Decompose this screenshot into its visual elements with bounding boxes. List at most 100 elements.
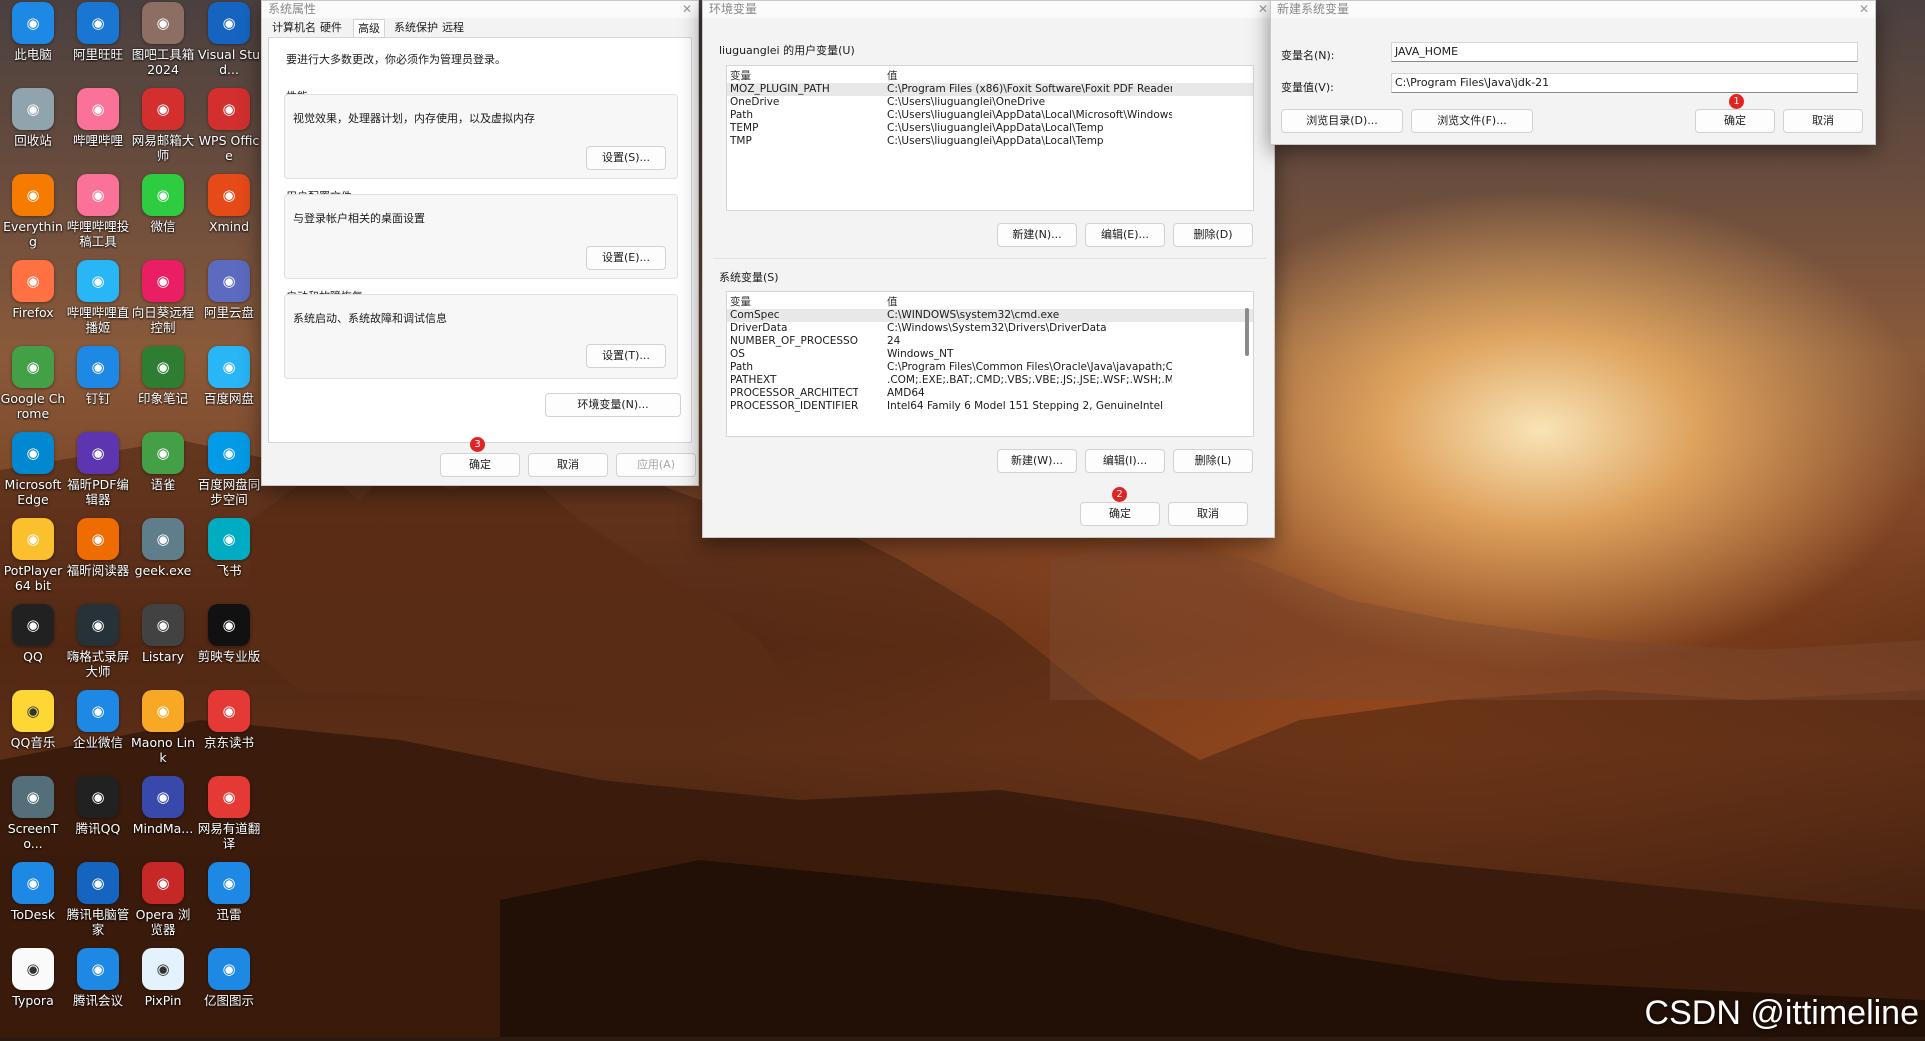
table-row[interactable]: PROCESSOR_ARCHITECTURE AMD64	[727, 387, 1253, 400]
user-new-button[interactable]: 新建(N)...	[997, 223, 1077, 247]
desktop-icon[interactable]: ◉ QQ音乐	[0, 690, 66, 750]
browse-file-button[interactable]: 浏览文件(F)...	[1411, 109, 1533, 133]
desktop-icon[interactable]: ◉ 哔哩哔哩投稿工具	[65, 174, 131, 249]
desktop-icon[interactable]: ◉ 腾讯电脑管家	[65, 862, 131, 937]
desktop-icon[interactable]: ◉ 百度网盘同步空间	[196, 432, 262, 507]
tab-remote[interactable]: 远程	[438, 19, 468, 37]
desktop-icon[interactable]: ◉ Firefox	[0, 260, 66, 320]
table-row[interactable]: OneDrive C:\Users\liuguanglei\OneDrive	[727, 96, 1253, 109]
desktop-icon[interactable]: ◉ 微信	[130, 174, 196, 234]
desktop-icon[interactable]: ◉ 福昕阅读器	[65, 518, 131, 578]
cancel-button[interactable]: 取消	[1168, 502, 1248, 526]
desktop-icon[interactable]: ◉ 迅雷	[196, 862, 262, 922]
desktop-icon[interactable]: ◉ 此电脑	[0, 2, 66, 62]
variable-name-input[interactable]: JAVA_HOME	[1391, 42, 1858, 62]
desktop-icon[interactable]: ◉ Visual Stud...	[196, 2, 262, 77]
scrollbar-thumb[interactable]	[1245, 308, 1249, 356]
user-profile-settings-button[interactable]: 设置(E)...	[586, 246, 666, 270]
browse-directory-button[interactable]: 浏览目录(D)...	[1281, 109, 1403, 133]
desktop-icon[interactable]: ◉ 哔哩哔哩直播姬	[65, 260, 131, 335]
typora-icon: ◉	[12, 948, 54, 990]
close-icon[interactable]: ✕	[1859, 1, 1869, 17]
variable-value-input[interactable]: C:\Program Files\Java\jdk-21	[1391, 73, 1858, 93]
column-header-value[interactable]: 值	[887, 296, 1172, 309]
desktop-icon[interactable]: ◉ 回收站	[0, 88, 66, 148]
desktop-icon[interactable]: ◉ 京东读书	[196, 690, 262, 750]
desktop-icon[interactable]: ◉ 阿里旺旺	[65, 2, 131, 62]
desktop-icon[interactable]: ◉ 网易邮箱大师	[130, 88, 196, 163]
desktop-icon[interactable]: ◉ Microsoft Edge	[0, 432, 66, 507]
desktop-icon[interactable]: ◉ 飞书	[196, 518, 262, 578]
ok-button[interactable]: 确定	[1695, 109, 1775, 133]
desktop-icon[interactable]: ◉ QQ	[0, 604, 66, 664]
environment-variables-button[interactable]: 环境变量(N)...	[545, 393, 681, 417]
step-badge-2: 2	[1112, 487, 1127, 502]
close-icon[interactable]: ✕	[682, 1, 692, 17]
cancel-button[interactable]: 取消	[528, 453, 608, 477]
desktop-icon[interactable]: ◉ 亿图图示	[196, 948, 262, 1008]
performance-settings-button[interactable]: 设置(S)...	[586, 146, 666, 170]
table-row[interactable]: DriverData C:\Windows\System32\Drivers\Dr…	[727, 322, 1253, 335]
ok-button[interactable]: 确定	[440, 453, 520, 477]
table-row[interactable]: Path C:\Program Files\Common Files\Oracle…	[727, 361, 1253, 374]
desktop-icon[interactable]: ◉ ScreenTo...	[0, 776, 66, 851]
system-edit-button[interactable]: 编辑(I)...	[1085, 449, 1165, 473]
user-variables-list[interactable]: 变量 值 MOZ_PLUGIN_PATH C:\Program Files (x8…	[726, 65, 1254, 211]
desktop-icon[interactable]: ◉ 图吧工具箱2024	[130, 2, 196, 77]
desktop-icon[interactable]: ◉ 腾讯QQ	[65, 776, 131, 836]
table-row[interactable]: Path C:\Users\liuguanglei\AppData\Local\M…	[727, 109, 1253, 122]
column-header-variable[interactable]: 变量	[730, 70, 858, 83]
column-header-value[interactable]: 值	[887, 70, 1172, 83]
desktop-icon[interactable]: ◉ 网易有道翻译	[196, 776, 262, 851]
table-row[interactable]: TMP C:\Users\liuguanglei\AppData\Local\Te…	[727, 135, 1253, 148]
desktop-icon[interactable]: ◉ Listary	[130, 604, 196, 664]
desktop-icon[interactable]: ◉ 百度网盘	[196, 346, 262, 406]
desktop-icon[interactable]: ◉ 福昕PDF编辑器	[65, 432, 131, 507]
desktop-icon[interactable]: ◉ Opera 浏览器	[130, 862, 196, 937]
desktop-icon[interactable]: ◉ 腾讯会议	[65, 948, 131, 1008]
user-edit-button[interactable]: 编辑(E)...	[1085, 223, 1165, 247]
tab-computer-name[interactable]: 计算机名	[268, 19, 320, 37]
desktop-icon-label: Listary	[141, 649, 185, 664]
desktop-icon[interactable]: ◉ WPS Office	[196, 88, 262, 163]
tab-hardware[interactable]: 硬件	[316, 19, 346, 37]
desktop-icon[interactable]: ◉ Typora	[0, 948, 66, 1008]
system-delete-button[interactable]: 删除(L)	[1173, 449, 1253, 473]
ok-button[interactable]: 确定	[1080, 502, 1160, 526]
table-row[interactable]: PATHEXT .COM;.EXE;.BAT;.CMD;.VBS;.VBE;.JS…	[727, 374, 1253, 387]
system-variables-list[interactable]: 变量 值 ComSpec C:\WINDOWS\system32\cmd.exe D…	[726, 291, 1254, 437]
tab-system-protection[interactable]: 系统保护	[390, 19, 442, 37]
table-row[interactable]: NUMBER_OF_PROCESSORS 24	[727, 335, 1253, 348]
system-new-button[interactable]: 新建(W)...	[997, 449, 1077, 473]
desktop-icon[interactable]: ◉ 阿里云盘	[196, 260, 262, 320]
table-row[interactable]: ComSpec C:\WINDOWS\system32\cmd.exe	[727, 309, 1253, 322]
desktop-icon[interactable]: ◉ 钉钉	[65, 346, 131, 406]
desktop-icon[interactable]: ◉ PotPlayer 64 bit	[0, 518, 66, 593]
desktop-icon[interactable]: ◉ Maono Link	[130, 690, 196, 765]
desktop-icon[interactable]: ◉ Google Chrome	[0, 346, 66, 421]
close-icon[interactable]: ✕	[1258, 1, 1268, 17]
desktop-icon[interactable]: ◉ 剪映专业版	[196, 604, 262, 664]
apply-button[interactable]: 应用(A)	[616, 453, 696, 477]
desktop-icon[interactable]: ◉ PixPin	[130, 948, 196, 1008]
desktop-icon[interactable]: ◉ 嗨格式录屏大师	[65, 604, 131, 679]
cancel-button[interactable]: 取消	[1783, 109, 1863, 133]
desktop-icon[interactable]: ◉ Everything	[0, 174, 66, 249]
desktop-icon[interactable]: ◉ Xmind	[196, 174, 262, 234]
desktop-icon[interactable]: ◉ ToDesk	[0, 862, 66, 922]
table-row[interactable]: PROCESSOR_IDENTIFIER Intel64 Family 6 Mod…	[727, 400, 1253, 413]
desktop-icon[interactable]: ◉ 哔哩哔哩	[65, 88, 131, 148]
desktop-icon[interactable]: ◉ MindMa...	[130, 776, 196, 836]
column-header-variable[interactable]: 变量	[730, 296, 858, 309]
user-delete-button[interactable]: 删除(D)	[1173, 223, 1253, 247]
desktop-icon[interactable]: ◉ 企业微信	[65, 690, 131, 750]
desktop-icon[interactable]: ◉ 语雀	[130, 432, 196, 492]
desktop-icon[interactable]: ◉ 印象笔记	[130, 346, 196, 406]
desktop-icon[interactable]: ◉ 向日葵远程控制	[130, 260, 196, 335]
table-row[interactable]: TEMP C:\Users\liuguanglei\AppData\Local\T…	[727, 122, 1253, 135]
table-row[interactable]: MOZ_PLUGIN_PATH C:\Program Files (x86)\Fo…	[727, 83, 1253, 96]
tab-advanced[interactable]: 高级	[353, 19, 385, 37]
desktop-icon[interactable]: ◉ geek.exe	[130, 518, 196, 578]
table-row[interactable]: OS Windows_NT	[727, 348, 1253, 361]
startup-recovery-settings-button[interactable]: 设置(T)...	[586, 344, 666, 368]
